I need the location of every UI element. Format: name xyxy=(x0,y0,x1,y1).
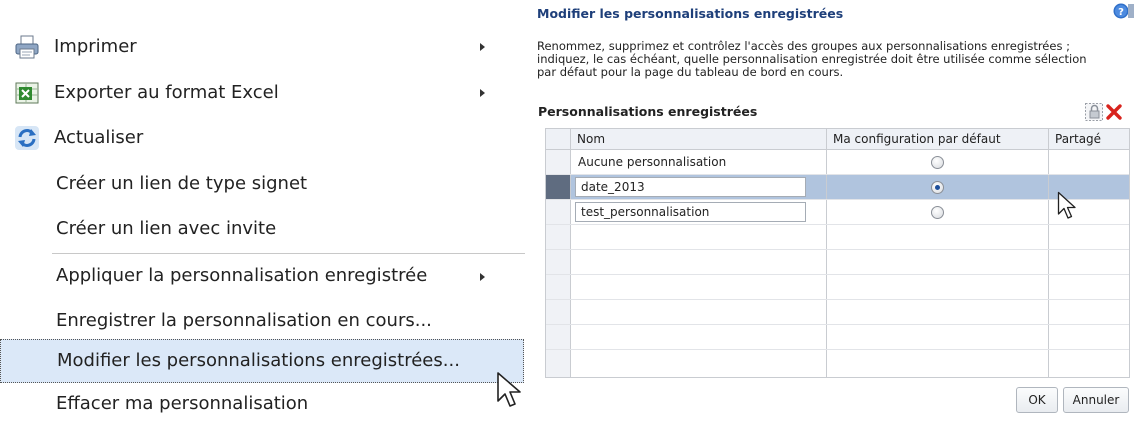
menu-item-exporter-excel[interactable]: Exporter au format Excel xyxy=(0,73,525,113)
default-radio[interactable] xyxy=(931,156,944,169)
shared-cell[interactable] xyxy=(1049,150,1129,174)
menu-item-label: Appliquer la personnalisation enregistré… xyxy=(56,265,428,286)
mouse-cursor-icon xyxy=(1057,191,1076,219)
mouse-cursor-icon xyxy=(497,372,521,407)
default-radio[interactable] xyxy=(931,206,944,219)
edit-personalizations-dialog: Modifier les personnalisations enregistr… xyxy=(537,0,1134,419)
table-row-empty xyxy=(546,275,1129,300)
table-row[interactable]: test_personnalisation xyxy=(546,200,1129,225)
table-row-selected[interactable]: date_2013 xyxy=(546,175,1129,200)
close-icon[interactable] xyxy=(1128,4,1134,18)
dialog-title: Modifier les personnalisations enregistr… xyxy=(537,6,844,21)
menu-item-label: Effacer ma personnalisation xyxy=(56,393,309,414)
table-row-empty xyxy=(546,225,1129,250)
menu-item-effacer-personnalisation[interactable]: Effacer ma personnalisation xyxy=(0,384,525,424)
table-row-empty xyxy=(546,350,1129,377)
menu-item-enregistrer-personnalisation[interactable]: Enregistrer la personnalisation en cours… xyxy=(0,301,525,341)
printer-icon xyxy=(14,34,40,60)
column-header-nom[interactable]: Nom xyxy=(577,132,605,146)
row-selector[interactable] xyxy=(546,150,571,174)
name-input[interactable]: date_2013 xyxy=(575,177,806,197)
menu-item-label: Enregistrer la personnalisation en cours… xyxy=(56,310,432,331)
row-selector[interactable] xyxy=(546,175,571,199)
menu-item-label: Créer un lien de type signet xyxy=(56,173,308,194)
name-input[interactable]: test_personnalisation xyxy=(575,202,806,222)
menu-item-label: Actualiser xyxy=(54,127,144,148)
access-permissions-icon[interactable] xyxy=(1084,102,1104,122)
column-header-default[interactable]: Ma configuration par défaut xyxy=(833,132,1001,146)
help-icon[interactable]: ? xyxy=(1113,3,1129,19)
menu-item-label: Imprimer xyxy=(54,36,137,57)
section-title: Personnalisations enregistrées xyxy=(538,104,758,119)
menu-item-lien-invite[interactable]: Créer un lien avec invite xyxy=(0,209,525,249)
refresh-icon xyxy=(14,125,40,151)
ok-button[interactable]: OK xyxy=(1016,387,1058,413)
description-line: par défaut pour la page du tableau de bo… xyxy=(537,65,844,79)
default-radio[interactable] xyxy=(931,181,944,194)
menu-item-appliquer-personnalisation[interactable]: Appliquer la personnalisation enregistré… xyxy=(0,256,525,296)
menu-item-label: Modifier les personnalisations enregistr… xyxy=(57,350,460,371)
submenu-arrow-icon xyxy=(480,89,485,97)
table-row-empty xyxy=(546,250,1129,275)
name-cell: Aucune personnalisation xyxy=(578,155,727,169)
submenu-arrow-icon xyxy=(480,43,485,51)
cancel-button[interactable]: Annuler xyxy=(1063,387,1129,413)
table-row-empty xyxy=(546,300,1129,325)
table-row-empty xyxy=(546,325,1129,350)
menu-item-imprimer[interactable]: Imprimer xyxy=(0,27,525,67)
context-menu: Imprimer Exporter au format Excel Actual… xyxy=(0,0,527,419)
menu-item-actualiser[interactable]: Actualiser xyxy=(0,118,525,158)
menu-item-label: Créer un lien avec invite xyxy=(56,218,277,239)
menu-separator xyxy=(52,253,525,254)
row-selector-header xyxy=(546,129,571,149)
panel-divider xyxy=(527,0,537,419)
submenu-arrow-icon xyxy=(480,273,485,281)
dialog-description: Renommez, supprimez et contrôlez l'accès… xyxy=(537,40,1134,79)
menu-item-modifier-personnalisations[interactable]: Modifier les personnalisations enregistr… xyxy=(0,339,524,383)
table-header: Nom Ma configuration par défaut Partagé xyxy=(546,129,1129,150)
excel-icon xyxy=(14,80,40,106)
svg-text:?: ? xyxy=(1118,7,1124,18)
column-header-partage[interactable]: Partagé xyxy=(1055,132,1101,146)
menu-item-lien-signet[interactable]: Créer un lien de type signet xyxy=(0,164,525,204)
table-row[interactable]: Aucune personnalisation xyxy=(546,150,1129,175)
row-selector[interactable] xyxy=(546,200,571,224)
delete-icon[interactable] xyxy=(1104,102,1124,122)
personalizations-table: Nom Ma configuration par défaut Partagé … xyxy=(545,128,1130,378)
menu-item-label: Exporter au format Excel xyxy=(54,82,279,103)
